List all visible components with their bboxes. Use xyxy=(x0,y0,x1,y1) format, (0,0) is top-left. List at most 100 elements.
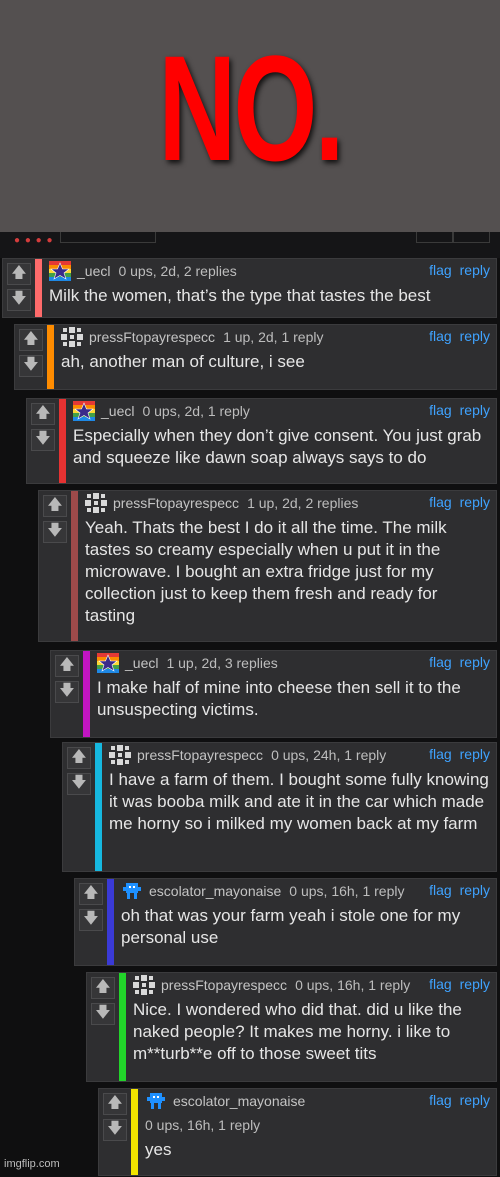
comment-text: yes xyxy=(145,1140,172,1159)
upvote-arrow-icon[interactable]: 🡅 xyxy=(19,329,43,351)
reply-link[interactable]: reply xyxy=(460,746,490,762)
cross-pattern-icon[interactable] xyxy=(109,745,131,765)
reply-link[interactable]: reply xyxy=(460,1092,490,1108)
thread-color-bar xyxy=(107,879,114,965)
vote-column: 🡅 🡇 xyxy=(15,325,47,377)
downvote-arrow-icon[interactable]: 🡇 xyxy=(91,1003,115,1025)
comment-body: pressFtopayrespecc 1 up, 2d, 2 replies fla… xyxy=(85,491,490,627)
flag-link[interactable]: flag xyxy=(429,402,452,418)
rainbow-star-icon[interactable] xyxy=(49,261,71,281)
comment-actions: flag reply xyxy=(421,494,490,510)
vote-column: 🡅 🡇 xyxy=(39,491,71,543)
flag-link[interactable]: flag xyxy=(429,976,452,992)
comment-text: oh that was your farm yeah i stole one f… xyxy=(121,906,461,947)
username[interactable]: pressFtopayrespecc xyxy=(137,747,263,763)
reply-link[interactable]: reply xyxy=(460,976,490,992)
username[interactable]: pressFtopayrespecc xyxy=(89,329,215,345)
vote-column: 🡅 🡇 xyxy=(99,1089,131,1141)
flag-link[interactable]: flag xyxy=(429,1092,452,1108)
reply-link[interactable]: reply xyxy=(460,262,490,278)
comment-actions: flag reply xyxy=(421,976,490,992)
meme-banner: NO. xyxy=(0,0,500,232)
flag-link[interactable]: flag xyxy=(429,262,452,278)
reply-link[interactable]: reply xyxy=(460,402,490,418)
reply-link[interactable]: reply xyxy=(460,494,490,510)
comment-stats: 1 up, 2d, 2 replies xyxy=(247,495,359,511)
comment-text: I make half of mine into cheese then sel… xyxy=(97,678,461,719)
cross-pattern-icon[interactable] xyxy=(61,327,83,347)
toolbar-button-right[interactable] xyxy=(452,232,490,243)
comment-actions: flag reply xyxy=(421,654,490,670)
comment-actions: flag reply xyxy=(421,882,490,898)
downvote-arrow-icon[interactable]: 🡇 xyxy=(67,773,91,795)
upvote-arrow-icon[interactable]: 🡅 xyxy=(79,883,103,905)
watermark: imgflip.com xyxy=(4,1158,60,1170)
vote-column: 🡅 🡇 xyxy=(3,259,35,311)
downvote-arrow-icon[interactable]: 🡇 xyxy=(19,355,43,377)
upvote-arrow-icon[interactable]: 🡅 xyxy=(55,655,79,677)
username[interactable]: _uecl xyxy=(77,263,110,279)
comment: 🡅 🡇 escolator_mayonaise flag reply 0 ups, 16h… xyxy=(98,1088,497,1176)
thread-color-bar xyxy=(59,399,66,483)
upvote-arrow-icon[interactable]: 🡅 xyxy=(103,1093,127,1115)
upvote-arrow-icon[interactable]: 🡅 xyxy=(7,263,31,285)
banner-title: NO. xyxy=(158,24,344,192)
vote-column: 🡅 🡇 xyxy=(63,743,95,795)
reply-link[interactable]: reply xyxy=(460,654,490,670)
reply-link[interactable]: reply xyxy=(460,328,490,344)
username[interactable]: escolator_mayonaise xyxy=(149,883,281,899)
thread-color-bar xyxy=(95,743,102,871)
vote-column: 🡅 🡇 xyxy=(87,973,119,1025)
flag-link[interactable]: flag xyxy=(429,882,452,898)
blue-creature-icon[interactable] xyxy=(145,1091,167,1111)
cross-pattern-icon[interactable] xyxy=(85,493,107,513)
downvote-arrow-icon[interactable]: 🡇 xyxy=(79,909,103,931)
comment-text: Yeah. Thats the best I do it all the tim… xyxy=(85,518,447,625)
username[interactable]: pressFtopayrespecc xyxy=(113,495,239,511)
vote-column: 🡅 🡇 xyxy=(27,399,59,451)
reply-link[interactable]: reply xyxy=(460,882,490,898)
vote-column: 🡅 🡇 xyxy=(51,651,83,703)
username[interactable]: escolator_mayonaise xyxy=(173,1093,305,1109)
comment-text: Especially when they don’t give consent.… xyxy=(73,426,482,467)
username[interactable]: _uecl xyxy=(125,655,158,671)
flag-link[interactable]: flag xyxy=(429,654,452,670)
cross-pattern-icon[interactable] xyxy=(133,975,155,995)
downvote-arrow-icon[interactable]: 🡇 xyxy=(7,289,31,311)
downvote-arrow-icon[interactable]: 🡇 xyxy=(103,1119,127,1141)
toolbar-dots-icon[interactable]: ● ● ● ● xyxy=(14,235,54,246)
username[interactable]: _uecl xyxy=(101,403,134,419)
comment: 🡅 🡇 pressFtopayrespecc 1 up, 2d, 1 reply fla… xyxy=(14,324,497,390)
comment: 🡅 🡇 _uecl 1 up, 2d, 3 replies flag reply I mak… xyxy=(50,650,497,738)
thread-color-bar xyxy=(47,325,54,389)
comment-actions: flag reply xyxy=(421,262,490,278)
comment: 🡅 🡇 _uecl 0 ups, 2d, 1 reply flag reply Especi… xyxy=(26,398,497,484)
comment-text: Milk the women, that’s the type that tas… xyxy=(49,286,431,305)
comment-stats: 0 ups, 16h, 1 reply xyxy=(295,977,411,993)
rainbow-star-icon[interactable] xyxy=(97,653,119,673)
downvote-arrow-icon[interactable]: 🡇 xyxy=(55,681,79,703)
comment-stats: 0 ups, 24h, 1 reply xyxy=(271,747,387,763)
downvote-arrow-icon[interactable]: 🡇 xyxy=(43,521,67,543)
upvote-arrow-icon[interactable]: 🡅 xyxy=(67,747,91,769)
comment-body: escolator_mayonaise flag reply 0 ups, 16h, … xyxy=(145,1089,490,1161)
upvote-arrow-icon[interactable]: 🡅 xyxy=(31,403,55,425)
flag-link[interactable]: flag xyxy=(429,746,452,762)
comment-actions: flag reply xyxy=(421,1092,490,1108)
toolbar-button-left[interactable] xyxy=(416,232,454,243)
upvote-arrow-icon[interactable]: 🡅 xyxy=(91,977,115,999)
flag-link[interactable]: flag xyxy=(429,328,452,344)
downvote-arrow-icon[interactable]: 🡇 xyxy=(31,429,55,451)
comment-body: escolator_mayonaise 0 ups, 16h, 1 reply fl… xyxy=(121,879,490,949)
blue-creature-icon[interactable] xyxy=(121,881,143,901)
username[interactable]: pressFtopayrespecc xyxy=(161,977,287,993)
thread-color-bar xyxy=(131,1089,138,1175)
vote-column: 🡅 🡇 xyxy=(75,879,107,931)
flag-link[interactable]: flag xyxy=(429,494,452,510)
sort-select[interactable] xyxy=(60,232,156,243)
comment: 🡅 🡇 pressFtopayrespecc 1 up, 2d, 2 replies f… xyxy=(38,490,497,642)
comment-body: pressFtopayrespecc 1 up, 2d, 1 reply flag r… xyxy=(61,325,490,373)
rainbow-star-icon[interactable] xyxy=(73,401,95,421)
upvote-arrow-icon[interactable]: 🡅 xyxy=(43,495,67,517)
comment-body: _uecl 1 up, 2d, 3 replies flag reply I make … xyxy=(97,651,490,721)
